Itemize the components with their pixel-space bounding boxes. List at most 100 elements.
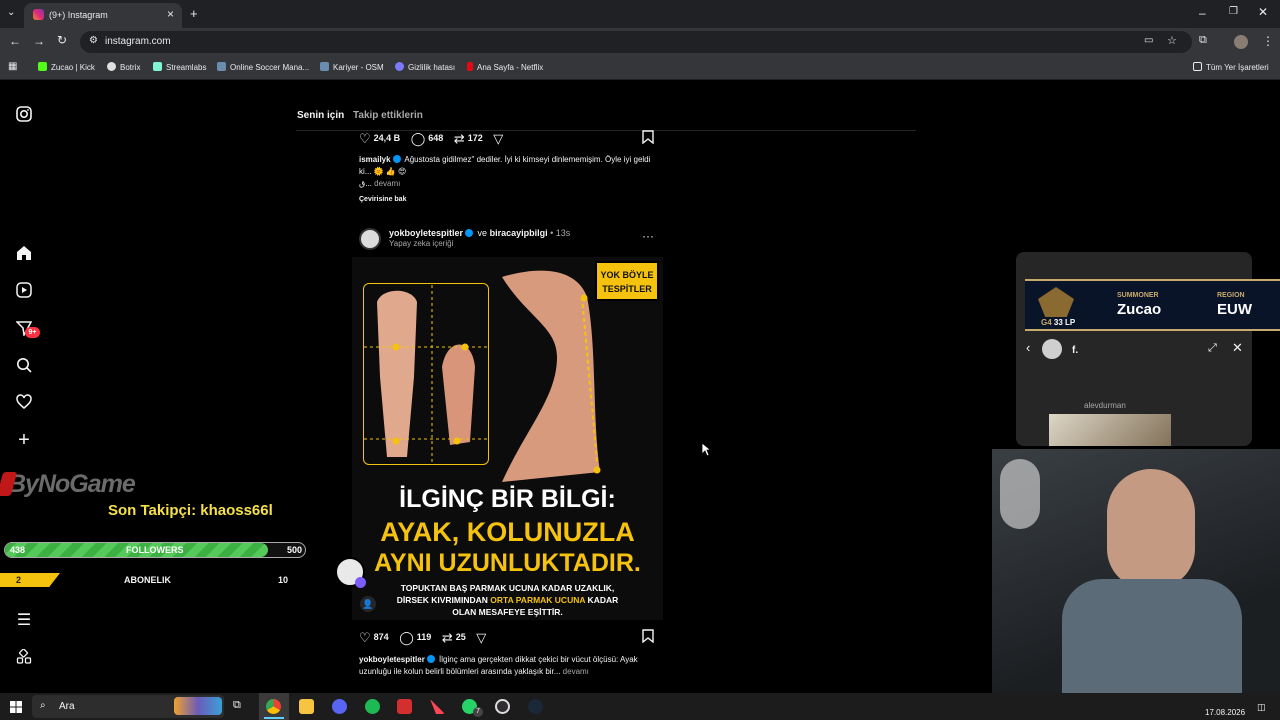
search-icon[interactable]: [15, 357, 33, 375]
address-bar-url: instagram.com: [105, 36, 171, 47]
post1-likes: 24,4 B: [373, 133, 401, 143]
popup-title: f.: [1072, 345, 1079, 356]
lol-rank-overlay: G4 33 LP SUMMONER Zucao REGION EUW: [1025, 279, 1280, 331]
region-label: REGION: [1217, 292, 1245, 299]
obs-icon[interactable]: [495, 699, 510, 714]
start-button-icon[interactable]: [10, 700, 22, 718]
post2-caption-username[interactable]: yokboyletespitler: [359, 655, 425, 664]
tab-following[interactable]: Takip ettiklerin: [353, 110, 423, 121]
post2-avatar[interactable]: [359, 228, 381, 250]
browser-toolbar: ← → ↻ ⚙ instagram.com ▭ ☆ ⧉ ⋮: [0, 28, 1280, 56]
reels-icon[interactable]: [15, 282, 33, 300]
post1-username[interactable]: ismailyk: [359, 155, 391, 164]
streamer-head: [1107, 469, 1195, 589]
tab-title: (9+) Instagram: [49, 10, 108, 20]
close-tab-icon[interactable]: ×: [167, 7, 174, 21]
chrome-taskbar-icon[interactable]: [259, 693, 289, 720]
notifications-heart-icon[interactable]: [15, 394, 33, 412]
close-window-button[interactable]: ✕: [1258, 5, 1268, 19]
share-icon[interactable]: ▽: [476, 630, 486, 646]
popup-back-icon[interactable]: ‹: [1026, 340, 1030, 355]
profile-avatar[interactable]: [1234, 35, 1248, 49]
windows-taskbar: ⌕ Ara ⧉ 7 17.08.2026 ◫: [0, 693, 1280, 720]
post1-caption-tail: ق...: [359, 179, 372, 188]
rank-tier: G4 33 LP: [1041, 318, 1076, 327]
repost-icon[interactable]: ⇄: [442, 630, 453, 646]
popup-avatar[interactable]: [1042, 339, 1062, 359]
tab-search-button[interactable]: ⌄: [7, 7, 15, 18]
post1-reposts: 172: [467, 133, 483, 143]
subs-label: ABONELIK: [124, 575, 171, 585]
extensions-icon[interactable]: ⧉: [1199, 34, 1207, 47]
post1-caption: ismailyk Ağustosta gidilmez" dediler. İy…: [359, 154, 659, 190]
comparison-frame: [363, 283, 489, 465]
steam-icon[interactable]: [528, 699, 543, 714]
post2-ai-label[interactable]: Yapay zeka içeriği: [389, 239, 453, 248]
minimize-button[interactable]: –: [1199, 6, 1206, 20]
post2-time: 13s: [555, 228, 571, 238]
popup-close-icon[interactable]: ✕: [1232, 340, 1243, 356]
comment-icon[interactable]: ◯: [399, 630, 414, 646]
task-view-icon[interactable]: ⧉: [233, 699, 241, 712]
bookmark-botrix[interactable]: Botrix: [107, 62, 140, 72]
post2-collaborator[interactable]: biracayipbilgi: [490, 228, 548, 238]
post2-header: yokboyletespitler ve biracayipbilgi • 13…: [389, 228, 571, 238]
popup-sender: alevdurman: [1084, 401, 1126, 410]
more-menu-icon[interactable]: ☰: [15, 612, 33, 630]
tab-for-you[interactable]: Senin için: [297, 110, 344, 121]
post2-sub-3: OLAN MESAFEYE EŞİTTİR.: [452, 607, 563, 617]
share-icon[interactable]: ▽: [493, 131, 503, 147]
bookmarks-bar: ▦ Zucao | Kick Botrix Streamlabs Online …: [0, 56, 1280, 80]
region-value: EUW: [1217, 301, 1252, 318]
bookmark-streamlabs[interactable]: Streamlabs: [153, 62, 206, 72]
cast-icon[interactable]: ▭: [1144, 35, 1153, 46]
notifications-icon[interactable]: ◫: [1257, 702, 1266, 713]
discord-icon[interactable]: [332, 699, 347, 714]
address-bar[interactable]: ⚙ instagram.com ▭ ☆: [80, 31, 1192, 53]
browser-menu-icon[interactable]: ⋮: [1262, 34, 1274, 48]
post2-options-icon[interactable]: ···: [642, 229, 654, 243]
bookmark-netflix[interactable]: Ana Sayfa - Netflix: [467, 62, 543, 72]
like-heart-icon[interactable]: ♡: [359, 630, 371, 646]
bookmark-zucao-kick[interactable]: Zucao | Kick: [38, 62, 95, 72]
forward-icon[interactable]: →: [33, 34, 45, 48]
instagram-logo-icon[interactable]: [15, 106, 33, 124]
reload-icon[interactable]: ↻: [57, 33, 67, 47]
post2-username[interactable]: yokboyletespitler: [389, 228, 463, 238]
post1-translate-link[interactable]: Çevirisine bak: [359, 194, 659, 206]
bynogame-logo: ByNoGame: [8, 470, 136, 498]
summoner-label: SUMMONER: [1117, 292, 1159, 299]
taskbar-date[interactable]: 17.08.2026: [1205, 708, 1245, 717]
repost-icon[interactable]: ⇄: [454, 131, 465, 147]
restore-button[interactable]: ❐: [1229, 6, 1238, 17]
all-bookmarks-folder[interactable]: Tüm Yer İşaretleri: [1193, 62, 1269, 72]
site-info-icon[interactable]: ⚙: [89, 35, 98, 46]
bookmark-kariyer-osm[interactable]: Kariyer - OSM: [320, 62, 384, 72]
file-explorer-icon[interactable]: [299, 699, 314, 714]
taskbar-search-box[interactable]: ⌕ Ara: [32, 695, 224, 718]
like-heart-icon[interactable]: ♡: [359, 131, 371, 147]
post1-save-icon[interactable]: [642, 130, 654, 147]
valorant-icon[interactable]: [430, 699, 445, 714]
post2-more-link[interactable]: devamı: [563, 667, 589, 676]
new-tab-button[interactable]: +: [190, 6, 198, 21]
verified-badge-icon: [465, 229, 474, 237]
popup-expand-icon[interactable]: ⤢: [1208, 342, 1217, 355]
bookmark-gizlilik[interactable]: Gizlilik hatası: [395, 62, 455, 72]
tab-instagram[interactable]: (9+) Instagram ×: [24, 3, 182, 28]
spotify-icon[interactable]: [365, 699, 380, 714]
shared-video-thumbnail[interactable]: [1049, 414, 1171, 446]
post2-image[interactable]: YOK BÖYLE TESPİTLER İLGİNÇ BİR BİLGİ: AY…: [352, 257, 663, 620]
back-icon[interactable]: ←: [9, 34, 21, 48]
post1-more-link[interactable]: devamı: [374, 179, 400, 188]
tagged-user-icon[interactable]: 👤: [360, 596, 376, 612]
post2-save-icon[interactable]: [642, 629, 654, 646]
app-red-icon[interactable]: [397, 699, 412, 714]
home-icon[interactable]: [15, 245, 33, 263]
create-plus-icon[interactable]: +: [15, 430, 33, 450]
comment-icon[interactable]: ◯: [411, 131, 426, 147]
bookmark-osm[interactable]: Online Soccer Mana...: [217, 62, 309, 72]
apps-grid-icon[interactable]: ▦: [8, 61, 17, 72]
bookmark-star-icon[interactable]: ☆: [1167, 34, 1177, 47]
also-from-meta-icon[interactable]: [15, 648, 33, 667]
